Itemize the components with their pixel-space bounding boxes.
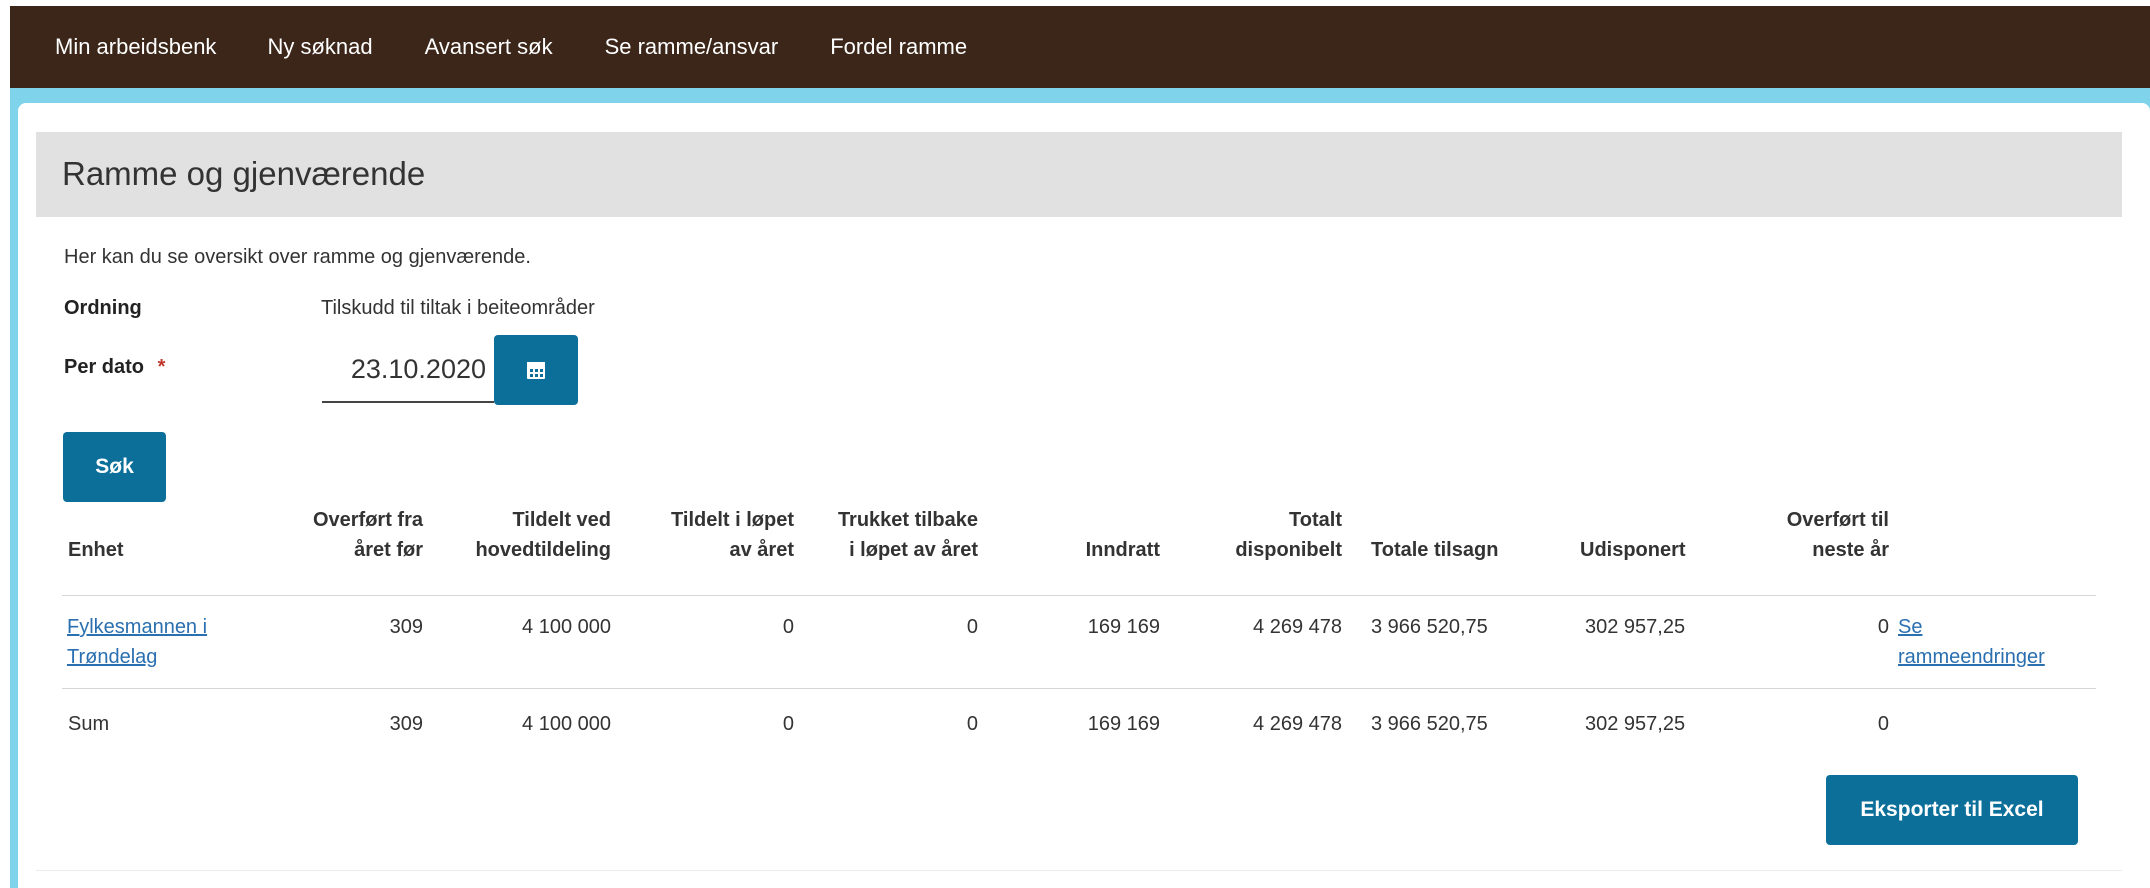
table-cell: 169 169 bbox=[1087, 616, 1160, 638]
col-header-overfort-til: Overført til neste år bbox=[1786, 509, 1889, 561]
search-button[interactable]: Søk bbox=[63, 432, 166, 502]
ordning-value: Tilskudd til tiltak i beiteområder bbox=[321, 297, 595, 319]
col-header-trukket: Trukket tilbake i løpet av året bbox=[837, 509, 978, 561]
per-dato-label-text: Per dato bbox=[64, 356, 145, 378]
export-excel-button[interactable]: Eksporter til Excel bbox=[1826, 775, 2078, 845]
table-cell: 4 100 000 bbox=[522, 713, 611, 735]
table-cell: 4 269 478 bbox=[1253, 616, 1342, 638]
table-cell: 4 100 000 bbox=[522, 616, 611, 638]
enhet-link-fylkesmannen[interactable]: Fylkesmannen i Trøndelag bbox=[67, 612, 207, 672]
col-header-overfort-fra: Overført fra året før bbox=[312, 509, 423, 561]
calendar-button[interactable] bbox=[494, 335, 578, 405]
page-title: Ramme og gjenværende bbox=[62, 155, 426, 192]
table-cell: 169 169 bbox=[1087, 713, 1160, 735]
content-panel bbox=[18, 103, 2150, 888]
table-cell: 3 966 520,75 bbox=[1371, 616, 1488, 638]
col-header-inndratt: Inndratt bbox=[1085, 539, 1160, 561]
calendar-icon bbox=[527, 362, 545, 379]
top-navigation: Min arbeidsbenk Ny søknad Avansert søk S… bbox=[10, 6, 2150, 88]
col-header-tilsagn: Totale tilsagn bbox=[1371, 539, 1499, 561]
per-dato-label: Per dato * bbox=[64, 356, 165, 379]
table-cell: 302 957,25 bbox=[1585, 713, 1686, 735]
se-rammeendringer-link[interactable]: Se rammeendringer bbox=[1898, 612, 2045, 672]
col-header-tildelt-lopet: Tildelt i løpet av året bbox=[671, 509, 794, 561]
table-cell: 4 269 478 bbox=[1253, 713, 1342, 735]
table-cell: 0 bbox=[1877, 616, 1889, 638]
table-cell: 302 957,25 bbox=[1585, 616, 1686, 638]
nav-item-min-arbeidsbenk[interactable]: Min arbeidsbenk bbox=[55, 34, 216, 60]
nav-item-ny-soknad[interactable]: Ny søknad bbox=[267, 34, 372, 60]
table-divider bbox=[62, 688, 2096, 689]
table-cell: 309 bbox=[389, 713, 423, 735]
col-header-udisponert: Udisponert bbox=[1580, 539, 1686, 561]
table-cell: 0 bbox=[966, 713, 978, 735]
ordning-label: Ordning bbox=[64, 297, 142, 319]
nav-item-avansert-sok[interactable]: Avansert søk bbox=[425, 34, 553, 60]
table-cell: 0 bbox=[966, 616, 978, 638]
required-mark: * bbox=[157, 356, 166, 378]
sum-label: Sum bbox=[68, 713, 110, 735]
per-dato-input[interactable] bbox=[322, 337, 494, 403]
col-header-tildelt-hoved: Tildelt ved hovedtildeling bbox=[475, 509, 611, 561]
intro-text: Her kan du se oversikt over ramme og gje… bbox=[64, 246, 531, 268]
nav-item-fordel-ramme[interactable]: Fordel ramme bbox=[830, 34, 967, 60]
table-cell: 0 bbox=[782, 616, 794, 638]
table-cell: 3 966 520,75 bbox=[1371, 713, 1488, 735]
nav-item-se-ramme-ansvar[interactable]: Se ramme/ansvar bbox=[605, 34, 779, 60]
bottom-divider bbox=[36, 870, 2122, 871]
col-header-totalt: Totalt disponibelt bbox=[1235, 509, 1342, 561]
col-header-enhet: Enhet bbox=[68, 539, 124, 561]
table-cell: 309 bbox=[389, 616, 423, 638]
table-cell: 0 bbox=[782, 713, 794, 735]
table-divider bbox=[62, 595, 2096, 596]
table-cell: 0 bbox=[1877, 713, 1889, 735]
